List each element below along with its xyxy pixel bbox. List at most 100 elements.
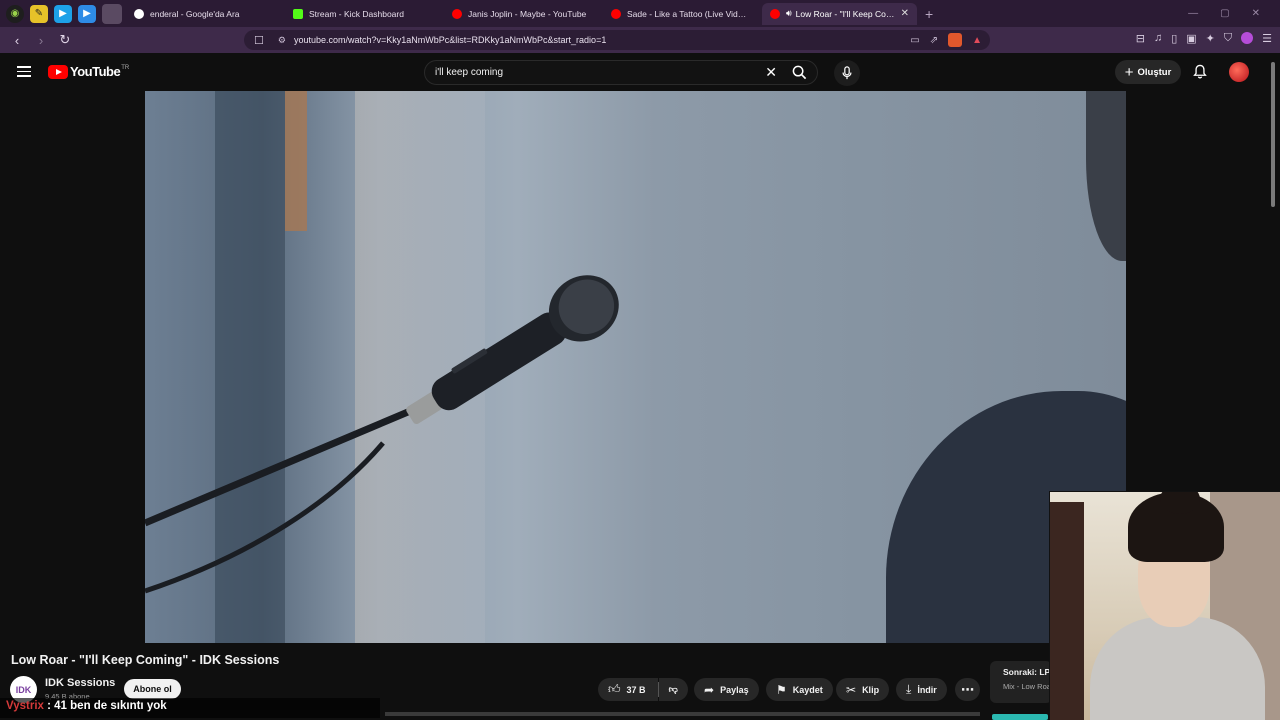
music-icon[interactable]: ♫ [1154, 32, 1162, 45]
pinned-tab-1-icon[interactable]: ◉ [6, 4, 24, 23]
dislike-button[interactable]: 👎︎ [658, 678, 688, 701]
teal-accent-bar [992, 714, 1048, 720]
page-scrollbar[interactable] [1271, 62, 1275, 207]
youtube-play-icon [48, 64, 68, 79]
chat-username: Vystrix [6, 700, 44, 712]
share-button[interactable]: ➦ Paylaş [694, 678, 759, 701]
like-button[interactable]: 👍︎ 37 B [598, 678, 658, 701]
chat-overlay: Vystrix : 41 ben de sıkıntı yok [0, 698, 380, 718]
ai-icon[interactable]: ✦ [1206, 32, 1215, 45]
thumbs-up-icon: 👍︎ [608, 682, 621, 696]
tab-janis-joplin[interactable]: Janis Joplin - Maybe - YouTube [444, 3, 599, 25]
menu-icon[interactable]: ☰ [1262, 32, 1272, 45]
webcam-door [1050, 502, 1084, 720]
youtube-icon [770, 8, 780, 19]
like-dislike-group: 👍︎ 37 B 👎︎ [598, 678, 688, 701]
notifications-bell-icon[interactable] [1193, 64, 1207, 84]
tab-low-roar-active[interactable]: 🔊︎ Low Roar - "I'll Keep Coming" ✕ [762, 2, 917, 25]
save-label: Kaydet [792, 684, 823, 695]
wallet-icon[interactable]: ▣ [1186, 32, 1196, 45]
cast-icon[interactable]: ▭ [910, 35, 919, 46]
youtube-masthead: YouTube TR ✕ + Oluştur [0, 53, 1280, 91]
speaker-icon[interactable]: 🔊︎ [786, 8, 792, 19]
window-controls: — ▢ ✕ [1188, 8, 1280, 19]
tab-title: enderal - Google'da Ara [150, 8, 240, 19]
pinned-tab-5-icon[interactable] [102, 3, 122, 24]
browser-toolbar: ‹ › ↻ ☐ ⚙ youtube.com/watch?v=Kky1aNmWbP… [0, 27, 1280, 53]
guide-menu-icon[interactable] [17, 66, 31, 77]
save-button[interactable]: ⚑ Kaydet [766, 678, 833, 701]
new-tab-button[interactable]: + [925, 6, 933, 22]
tab-title: Janis Joplin - Maybe - YouTube [468, 8, 587, 19]
page-background-right [1126, 91, 1280, 491]
search-box[interactable]: ✕ [424, 60, 818, 85]
back-icon[interactable]: ‹ [10, 33, 24, 48]
youtube-logo[interactable]: YouTube TR [48, 64, 129, 79]
brave-shields-icon[interactable] [948, 33, 963, 47]
voice-search-icon[interactable] [834, 60, 860, 86]
brave-rewards-icon[interactable]: ▲ [972, 35, 982, 46]
webcam-overlay [1049, 491, 1280, 720]
account-avatar[interactable] [1229, 62, 1249, 82]
tab-title: Low Roar - "I'll Keep Coming" [795, 8, 897, 19]
url-text[interactable]: youtube.com/watch?v=Kky1aNmWbPc&list=RDK… [294, 35, 606, 45]
tab-title: Sade - Like a Tattoo (Live Video from [627, 8, 750, 19]
site-settings-icon[interactable]: ⚙ [278, 35, 286, 46]
share-page-icon[interactable]: ⇗ [930, 35, 938, 46]
like-count: 37 B [626, 684, 646, 695]
video-player[interactable] [145, 91, 1126, 643]
logo-text: YouTube [70, 64, 121, 79]
thumbs-down-icon: 👎︎ [668, 684, 678, 694]
save-action: ⚑ Kaydet [766, 678, 833, 701]
download-button[interactable]: ⤓ İndir [896, 678, 947, 701]
extension-icon[interactable] [1241, 32, 1254, 44]
pinned-tab-4-icon[interactable]: ▶ [78, 4, 96, 23]
minimize-icon[interactable]: — [1188, 8, 1198, 19]
up-next-card[interactable]: Sonraki: LP Mix - Low Roar [990, 661, 1052, 703]
clip-label: Klip [862, 684, 880, 695]
bookmark-save-icon: ⚑ [776, 682, 787, 697]
chat-message: : 41 ben de sıkıntı yok [43, 700, 167, 712]
pinned-tabs: ◉ ✎ ▶ ▶ [0, 3, 122, 24]
clip-button[interactable]: ✂ Klip [836, 678, 890, 701]
youtube-icon [452, 8, 462, 19]
share-action: ➦ Paylaş [694, 678, 759, 701]
reload-icon[interactable]: ↻ [58, 32, 72, 48]
video-title: Low Roar - "I'll Keep Coming" - IDK Sess… [11, 653, 280, 667]
close-window-icon[interactable]: ✕ [1252, 8, 1260, 19]
subscribe-button[interactable]: Abone ol [124, 679, 181, 699]
share-label: Paylaş [720, 684, 749, 695]
sidebar-icon[interactable]: ▯ [1171, 32, 1177, 45]
scissors-icon: ✂ [846, 682, 857, 697]
tab-search-icon[interactable]: ⊟ [1136, 32, 1145, 45]
tab-kick-dashboard[interactable]: Stream - Kick Dashboard [285, 3, 440, 25]
up-next-label: Sonraki: LP [1003, 667, 1051, 677]
share-icon: ➦ [704, 682, 715, 697]
bottom-strip [385, 712, 980, 716]
channel-name[interactable]: IDK Sessions [45, 677, 115, 689]
more-icon: ⋯ [961, 681, 974, 697]
bookmark-icon[interactable]: ☐ [254, 34, 264, 47]
search-input[interactable] [435, 67, 755, 78]
vpn-icon[interactable]: ⛉ [1224, 32, 1232, 45]
pinned-tab-3-icon[interactable]: ▶ [54, 4, 72, 23]
download-label: İndir [917, 684, 937, 695]
pinned-tab-2-icon[interactable]: ✎ [30, 4, 48, 23]
forward-icon[interactable]: › [34, 33, 48, 48]
address-bar[interactable]: ☐ ⚙ youtube.com/watch?v=Kky1aNmWbPc&list… [244, 30, 990, 50]
create-button[interactable]: + Oluştur [1115, 60, 1181, 84]
page-background-left [0, 91, 145, 643]
plus-icon: + [1124, 63, 1134, 81]
tab-google-search[interactable]: enderal - Google'da Ara [126, 3, 281, 25]
webcam-hoodie [1090, 617, 1265, 720]
download-icon: ⤓ [906, 682, 912, 696]
tab-sade[interactable]: Sade - Like a Tattoo (Live Video from [603, 3, 758, 25]
close-tab-icon[interactable]: ✕ [897, 8, 909, 19]
google-icon [134, 8, 144, 19]
more-actions-button[interactable]: ⋯ [955, 678, 980, 701]
clip-action: ✂ Klip [836, 678, 890, 701]
search-icon[interactable] [792, 65, 807, 85]
clear-search-icon[interactable]: ✕ [765, 64, 777, 81]
address-bar-actions: ▭ ⇗ ▲ [910, 33, 990, 47]
maximize-icon[interactable]: ▢ [1220, 8, 1229, 19]
